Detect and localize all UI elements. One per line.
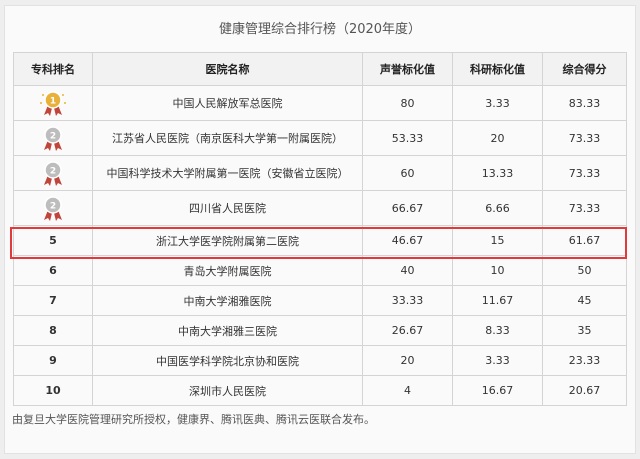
reputation-cell: 66.67 <box>362 190 453 226</box>
table-row: 2 江苏省人民医院（南京医科大学第一附属医院） 53.33 20 73.33 <box>13 120 627 156</box>
reputation-cell: 46.67 <box>362 225 453 256</box>
hospital-name-cell: 中国科学技术大学附属第一医院（安徽省立医院） <box>92 155 363 191</box>
table-row: 2 四川省人民医院 66.67 6.66 73.33 <box>13 190 627 226</box>
table-row: 1 中国人民解放军总医院 80 3.33 83.33 <box>13 85 627 121</box>
hospital-name-cell: 中南大学湘雅医院 <box>92 285 363 316</box>
header-research: 科研标化值 <box>452 52 543 86</box>
table-row: 10 深圳市人民医院 4 16.67 20.67 <box>13 375 627 406</box>
research-cell: 10 <box>452 255 543 286</box>
medal-icon: 2 <box>44 196 62 221</box>
medal-icon: 2 <box>44 126 62 151</box>
research-cell: 8.33 <box>452 315 543 346</box>
research-cell: 16.67 <box>452 375 543 406</box>
research-cell: 6.66 <box>452 190 543 226</box>
research-cell: 20 <box>452 120 543 156</box>
score-cell: 23.33 <box>542 345 627 376</box>
hospital-name-cell: 江苏省人民医院（南京医科大学第一附属医院） <box>92 120 363 156</box>
medal-label: 1 <box>50 97 56 107</box>
rank-cell: 9 <box>13 345 93 376</box>
medal-label: 2 <box>50 132 56 142</box>
rank-cell: 7 <box>13 285 93 316</box>
table-row: 7 中南大学湘雅医院 33.33 11.67 45 <box>13 285 627 316</box>
score-cell: 61.67 <box>542 225 627 256</box>
header-rank: 专科排名 <box>13 52 93 86</box>
table-row: 2 中国科学技术大学附属第一医院（安徽省立医院） 60 13.33 73.33 <box>13 155 627 191</box>
medal-icon: 1 <box>40 91 66 116</box>
score-cell: 50 <box>542 255 627 286</box>
ranking-table: 专科排名 医院名称 声誉标化值 科研标化值 综合得分 1 中国人民解放军总医院 80… <box>13 52 627 406</box>
reputation-cell: 53.33 <box>362 120 453 156</box>
hospital-name-cell: 青岛大学附属医院 <box>92 255 363 286</box>
hospital-name-cell: 中南大学湘雅三医院 <box>92 315 363 346</box>
rank-cell: 6 <box>13 255 93 286</box>
header-reputation: 声誉标化值 <box>362 52 453 86</box>
reputation-cell: 20 <box>362 345 453 376</box>
research-cell: 15 <box>452 225 543 256</box>
score-cell: 83.33 <box>542 85 627 121</box>
rank-cell: 2 <box>13 190 93 226</box>
table-header-row: 专科排名 医院名称 声誉标化值 科研标化值 综合得分 <box>13 52 627 86</box>
reputation-cell: 4 <box>362 375 453 406</box>
header-hospital: 医院名称 <box>92 52 363 86</box>
table-row: 6 青岛大学附属医院 40 10 50 <box>13 255 627 286</box>
rank-cell: 10 <box>13 375 93 406</box>
score-cell: 73.33 <box>542 155 627 191</box>
hospital-name-cell: 中国人民解放军总医院 <box>92 85 363 121</box>
score-cell: 73.33 <box>542 190 627 226</box>
score-cell: 73.33 <box>542 120 627 156</box>
reputation-cell: 40 <box>362 255 453 286</box>
rank-cell: 1 <box>13 85 93 121</box>
research-cell: 13.33 <box>452 155 543 191</box>
medal-label: 2 <box>50 167 56 177</box>
score-cell: 35 <box>542 315 627 346</box>
research-cell: 11.67 <box>452 285 543 316</box>
medal-icon: 2 <box>44 161 62 186</box>
hospital-name-cell: 浙江大学医学院附属第二医院 <box>92 225 363 256</box>
table-body: 1 中国人民解放军总医院 80 3.33 83.33 2 江苏省人民医院（南京医科大学第一附… <box>13 85 627 406</box>
score-cell: 45 <box>542 285 627 316</box>
hospital-name-cell: 四川省人民医院 <box>92 190 363 226</box>
research-cell: 3.33 <box>452 85 543 121</box>
rank-cell: 2 <box>13 155 93 191</box>
footer-note: 由复旦大学医院管理研究所授权，健康界、腾讯医典、腾讯云医联合发布。 <box>12 413 375 426</box>
reputation-cell: 80 <box>362 85 453 121</box>
header-score: 综合得分 <box>542 52 627 86</box>
rank-cell: 5 <box>13 225 93 256</box>
hospital-name-cell: 深圳市人民医院 <box>92 375 363 406</box>
reputation-cell: 33.33 <box>362 285 453 316</box>
table-row: 9 中国医学科学院北京协和医院 20 3.33 23.33 <box>13 345 627 376</box>
score-cell: 20.67 <box>542 375 627 406</box>
reputation-cell: 60 <box>362 155 453 191</box>
table-row: 8 中南大学湘雅三医院 26.67 8.33 35 <box>13 315 627 346</box>
medal-label: 2 <box>50 202 56 212</box>
research-cell: 3.33 <box>452 345 543 376</box>
table-title: 健康管理综合排行榜（2020年度） <box>218 22 422 37</box>
hospital-name-cell: 中国医学科学院北京协和医院 <box>92 345 363 376</box>
table-row: 5 浙江大学医学院附属第二医院 46.67 15 61.67 <box>13 225 627 256</box>
reputation-cell: 26.67 <box>362 315 453 346</box>
rank-cell: 8 <box>13 315 93 346</box>
rank-cell: 2 <box>13 120 93 156</box>
